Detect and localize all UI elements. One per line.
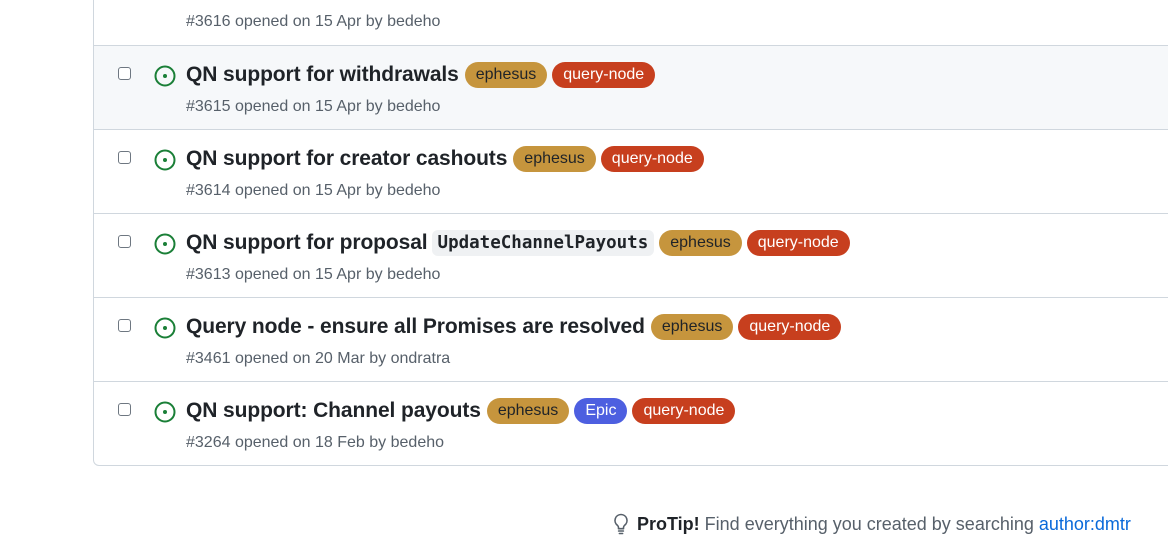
issue-opened-icon	[154, 65, 176, 87]
issue-row[interactable]: QN support for creator cashouts ephesus …	[94, 129, 1168, 213]
query-node-label[interactable]: query-node	[738, 314, 842, 340]
protip: ProTip! Find everything you created by s…	[612, 512, 1131, 536]
select-issue-checkbox[interactable]	[118, 403, 131, 416]
issue-opened-icon	[154, 233, 176, 255]
issue-meta: #3264 opened on 18 Feb by bedeho	[186, 434, 445, 451]
query-node-label[interactable]: query-node	[552, 62, 656, 88]
protip-text: Find everything you created by searching	[704, 513, 1034, 534]
ephesus-label[interactable]: ephesus	[659, 230, 742, 256]
ephesus-label[interactable]: ephesus	[486, 398, 570, 424]
issue-opened-icon	[154, 317, 176, 339]
issue-title-link[interactable]: QN support for withdrawals	[186, 63, 459, 87]
select-issue-checkbox[interactable]	[118, 151, 131, 164]
issue-meta: #3614 opened on 15 Apr by bedeho	[186, 182, 441, 199]
issue-row[interactable]: Query node - ensure all Promises are res…	[94, 297, 1168, 381]
issue-list: #3616 opened on 15 Apr by bedeho QN supp…	[93, 0, 1168, 466]
light-bulb-icon	[614, 513, 628, 535]
protip-heading: ProTip!	[637, 513, 700, 534]
issue-opened-icon	[154, 401, 176, 423]
query-node-label[interactable]: query-node	[632, 398, 736, 424]
select-issue-checkbox[interactable]	[118, 319, 131, 332]
ephesus-label[interactable]: ephesus	[464, 62, 548, 88]
issue-meta: #3615 opened on 15 Apr by bedeho	[186, 98, 441, 115]
issue-row[interactable]: QN support for proposal UpdateChannelPay…	[94, 213, 1168, 297]
issue-row[interactable]: QN support: Channel payouts ephesus Epic…	[94, 381, 1168, 465]
ephesus-label[interactable]: ephesus	[513, 146, 596, 172]
issue-row[interactable]: #3616 opened on 15 Apr by bedeho	[94, 0, 1168, 45]
query-node-label[interactable]: query-node	[746, 230, 850, 256]
issue-title-link[interactable]: QN support for creator cashouts	[186, 147, 507, 171]
query-node-label[interactable]: query-node	[600, 146, 704, 172]
issue-meta: #3461 opened on 20 Mar by ondratra	[186, 350, 451, 367]
inline-code: UpdateChannelPayouts	[431, 230, 655, 256]
select-issue-checkbox[interactable]	[118, 235, 131, 248]
issue-row[interactable]: QN support for withdrawals ephesus query…	[94, 45, 1168, 129]
issue-meta: #3616 opened on 15 Apr by bedeho	[186, 13, 441, 30]
issue-title-link[interactable]: QN support: Channel payouts	[186, 399, 481, 423]
epic-label[interactable]: Epic	[574, 398, 628, 424]
issue-title-link[interactable]: Query node - ensure all Promises are res…	[186, 315, 645, 339]
issue-meta: #3613 opened on 15 Apr by bedeho	[186, 266, 441, 283]
select-issue-checkbox[interactable]	[118, 67, 131, 80]
issue-title-link[interactable]: QN support for proposal	[186, 231, 428, 255]
ephesus-label[interactable]: ephesus	[650, 314, 734, 340]
issue-opened-icon	[154, 149, 176, 171]
author-search-link[interactable]: author:dmtr	[1039, 514, 1131, 535]
